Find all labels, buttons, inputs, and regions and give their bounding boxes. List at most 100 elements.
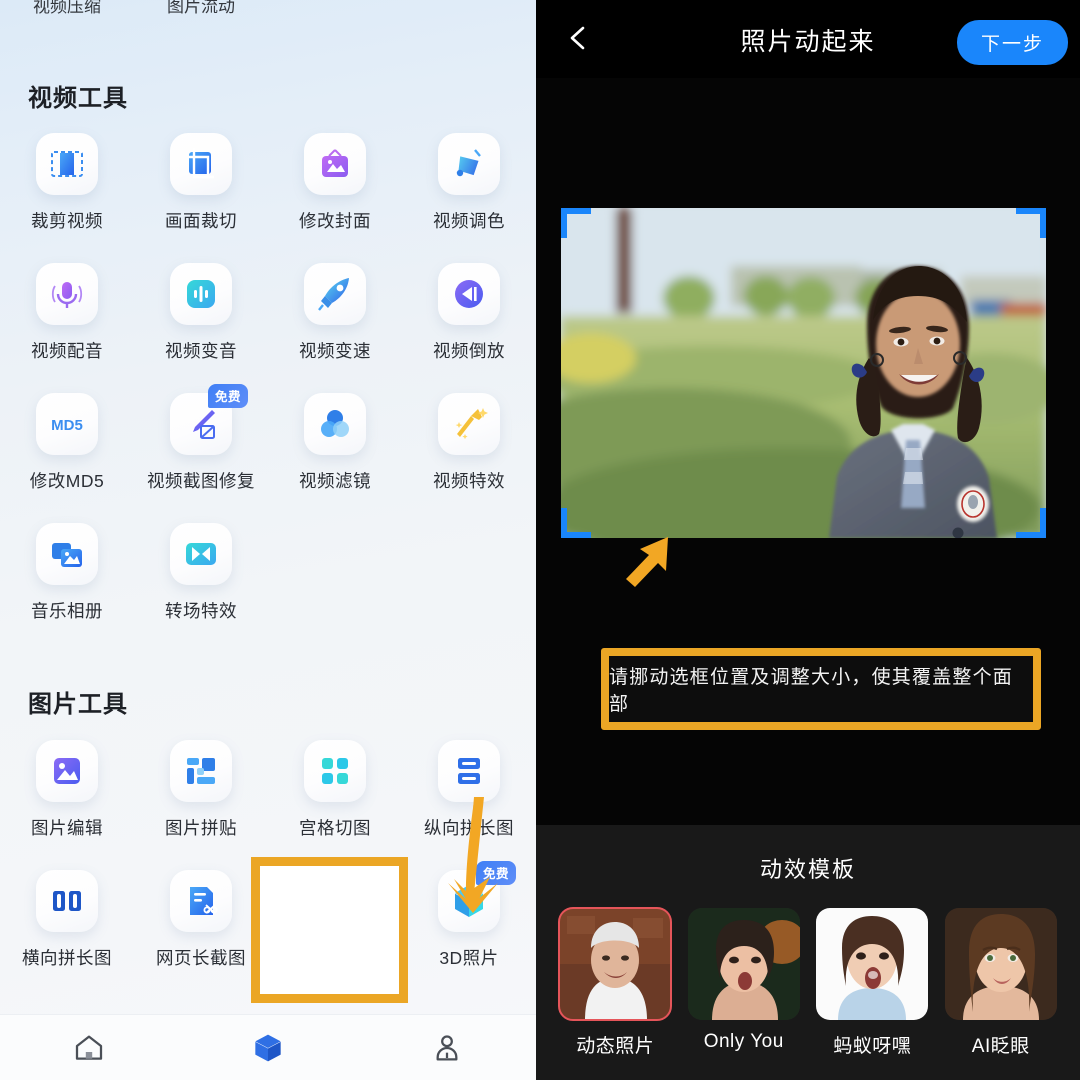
editor-header: 照片动起来 下一步 <box>536 0 1080 78</box>
instruction-hint-box: 请挪动选框位置及调整大小，使其覆盖整个面部 <box>601 648 1041 730</box>
tool-label: 修改封面 <box>299 211 371 231</box>
free-badge: 免费 <box>207 384 248 408</box>
brush-repair-icon: 免费 <box>170 384 248 455</box>
home-icon <box>73 1032 105 1064</box>
tool-item-0[interactable]: 裁剪视频 <box>0 133 134 263</box>
tool-item-5[interactable]: 视频变音 <box>134 263 268 393</box>
tool-label: 画面裁切 <box>165 211 237 231</box>
crop-corner-top-left[interactable] <box>561 208 591 238</box>
face-crop-frame[interactable] <box>561 208 1046 538</box>
template-item-1[interactable]: Only You <box>683 908 806 1058</box>
person-icon <box>431 1032 463 1064</box>
tool-label: 视频倒放 <box>433 341 505 361</box>
tool-label: 视频变音 <box>165 341 237 361</box>
frame-crop-icon <box>170 133 232 195</box>
horizontal-stitch-icon <box>36 870 98 932</box>
tool-item-3[interactable]: 视频调色 <box>402 133 536 263</box>
template-item-2[interactable]: 蚂蚁呀嘿 <box>811 908 934 1058</box>
tool-label: 横向拼长图 <box>22 948 112 968</box>
tools-list-panel: 视频压缩 图片流动 视频工具 裁剪视频 画面裁切 修改封面 视频调色 视频配音 … <box>0 0 536 1080</box>
annotation-arrow-down-icon <box>440 795 506 915</box>
tool-item-12[interactable]: 音乐相册 <box>0 523 134 653</box>
tool-item-1[interactable]: 画面裁切 <box>134 133 268 263</box>
tool-label: 3D照片 <box>439 948 499 968</box>
cube-icon <box>252 1032 284 1064</box>
template-label: Only You <box>703 1031 784 1052</box>
tool-item-9[interactable]: 免费视频截图修复 <box>134 384 268 523</box>
templates-row: 动态照片 Only You 蚂蚁呀嘿 AI眨眼 <box>536 907 1080 1058</box>
clipped-top-row: 视频压缩 图片流动 <box>0 0 536 16</box>
annotation-arrow-up-icon <box>616 533 676 591</box>
template-thumbnail[interactable] <box>944 908 1057 1020</box>
tool-item-5[interactable]: 网页长截图 <box>134 870 268 1000</box>
nav-item-profile[interactable] <box>357 1032 536 1064</box>
next-step-button[interactable]: 下一步 <box>956 20 1068 65</box>
tool-item-0[interactable]: 图片编辑 <box>0 740 134 870</box>
template-item-3[interactable]: AI眨眼 <box>940 908 1063 1058</box>
tool-label: 转场特效 <box>165 601 237 621</box>
tool-item-1[interactable]: 图片拼贴 <box>134 740 268 870</box>
crop-corner-top-right[interactable] <box>1016 208 1046 238</box>
tool-item-6[interactable]: 视频变速 <box>268 263 402 393</box>
video-tools-section-title: 视频工具 <box>28 85 128 112</box>
voice-change-icon <box>170 263 232 325</box>
tool-label: 视频调色 <box>433 211 505 231</box>
templates-title: 动效模板 <box>759 857 856 882</box>
tool-item-2[interactable]: 修改封面 <box>268 133 402 263</box>
reverse-play-icon <box>438 263 500 325</box>
photo-preview-stage: 请挪动选框位置及调整大小，使其覆盖整个面部 <box>536 78 1080 825</box>
template-thumbnail[interactable] <box>558 907 673 1021</box>
image-tools-section-title: 图片工具 <box>28 691 128 718</box>
rocket-speed-icon <box>304 263 366 325</box>
instruction-hint-text: 请挪动选框位置及调整大小，使其覆盖整个面部 <box>609 667 1014 715</box>
tool-label: 裁剪视频 <box>31 211 103 231</box>
tool-label: 网页长截图 <box>156 948 246 968</box>
crop-video-icon <box>36 133 98 195</box>
tool-item-2[interactable]: 宫格切图 <box>268 740 402 870</box>
color-grade-icon <box>438 133 500 195</box>
nav-item-home[interactable] <box>0 1032 179 1064</box>
svg-text:MD5: MD5 <box>51 417 83 434</box>
image-edit-icon <box>36 740 98 802</box>
tool-label-image-flow[interactable]: 图片流动 <box>134 0 268 16</box>
vertical-stitch-icon <box>438 740 500 802</box>
effect-templates-panel: 动效模板 动态照片 Only You 蚂蚁呀嘿 AI眨眼 <box>536 825 1080 1080</box>
template-item-0[interactable]: 动态照片 <box>554 907 677 1058</box>
tool-item-4[interactable]: 横向拼长图 <box>0 870 134 1000</box>
template-label: 蚂蚁呀嘿 <box>833 1036 912 1057</box>
tool-item-4[interactable]: 视频配音 <box>0 263 134 393</box>
tools-scroll-area[interactable]: 视频压缩 图片流动 视频工具 裁剪视频 画面裁切 修改封面 视频调色 视频配音 … <box>0 0 536 1014</box>
tool-label: 视频滤镜 <box>299 471 371 491</box>
change-cover-icon <box>304 133 366 195</box>
app-screenshot: 视频压缩 图片流动 视频工具 裁剪视频 画面裁切 修改封面 视频调色 视频配音 … <box>0 0 1080 1080</box>
collage-icon <box>170 740 232 802</box>
template-label: 动态照片 <box>576 1036 655 1057</box>
video-tools-grid: 裁剪视频 画面裁切 修改封面 视频调色 视频配音 视频变音 视频变速 视频倒放 … <box>0 133 536 653</box>
template-thumbnail[interactable] <box>687 908 800 1020</box>
tool-label: 音乐相册 <box>31 601 103 621</box>
clipped-cell-4 <box>402 0 536 14</box>
tool-item-7[interactable]: 视频倒放 <box>402 263 536 393</box>
tool-label: 宫格切图 <box>299 818 371 838</box>
grid-cut-icon <box>304 740 366 802</box>
tool-label: 视频配音 <box>31 341 103 361</box>
tool-label: 图片编辑 <box>31 818 103 838</box>
clipped-cell-3 <box>268 0 402 14</box>
tool-label: 视频截图修复 <box>147 471 255 491</box>
transition-icon <box>170 523 232 585</box>
tool-label: 修改MD5 <box>29 471 105 491</box>
tool-label: 图片拼贴 <box>165 818 237 838</box>
tool-item-10[interactable]: 视频滤镜 <box>268 393 402 523</box>
crop-corner-bottom-right[interactable] <box>1016 508 1046 538</box>
nav-item-tools[interactable] <box>179 1032 358 1064</box>
music-album-icon <box>36 523 98 585</box>
tool-label-video-compress[interactable]: 视频压缩 <box>0 0 134 16</box>
tool-item-13[interactable]: 转场特效 <box>134 523 268 653</box>
tool-item-11[interactable]: 视频特效 <box>402 393 536 523</box>
tool-item-8[interactable]: MD5 修改MD5 <box>0 393 134 523</box>
tool-label: 视频变速 <box>299 341 371 361</box>
crop-corner-bottom-left[interactable] <box>561 508 591 538</box>
template-thumbnail[interactable] <box>816 908 929 1020</box>
highlight-rectangle-photo-animate <box>251 857 408 1003</box>
filter-circles-icon <box>304 393 366 455</box>
